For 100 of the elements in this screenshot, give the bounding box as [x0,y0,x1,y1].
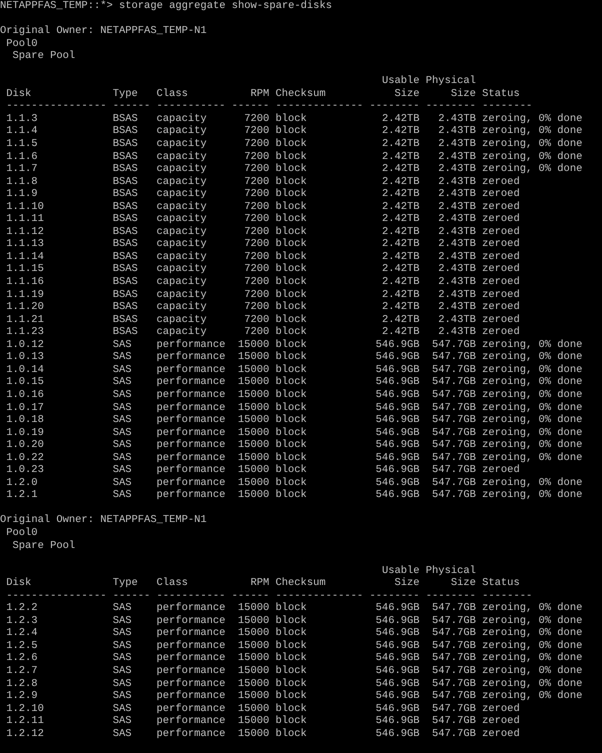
table-cell-text: 546.9GB [374,728,420,740]
table-cell-text: 1.1.15 [6,263,45,276]
table-cell-text: block [276,163,308,176]
table-cell-text: 7200 [243,176,270,188]
table-cell-text: BSAS [112,138,139,151]
table-cell-text: block [276,238,308,251]
table-cell-text: 1.1.23 [6,326,45,339]
table-cell: zeroing, 0% done [482,376,582,389]
table-cell-text: 2.42TB [380,250,420,264]
table-cell: performance [156,351,226,364]
table-cell-text: 15000 [236,364,270,376]
table-cell: zeroed [482,326,520,339]
column-header: Physical Size [426,564,476,590]
table-cell-text: SAS [112,715,132,728]
table-cell-text: performance [156,702,226,715]
table-cell-text: 15000 [236,388,270,402]
table-cell-text: 1.1.12 [6,226,45,238]
table-cell: zeroing, 0% done [482,163,582,176]
table-cell-text: 1.1.9 [6,188,39,201]
table-cell-text: 2.43TB [437,138,476,151]
table-cell-text: zeroing, 0% done [482,402,582,414]
table-cell-text: zeroing, 0% done [482,150,582,163]
table-cell-text: SAS [112,627,132,640]
table-cell-text: 1.1.8 [6,176,39,188]
table-cell-text: 1.2.6 [6,652,39,665]
table-cell-text: 2.42TB [380,112,420,126]
table-cell-text: capacity [156,326,208,339]
table-cell-text: block [276,376,308,389]
table-cell-text: 1.0.17 [6,402,45,414]
table-cell-text: zeroed [482,288,520,301]
table-cell-text: 546.9GB [374,640,420,652]
table-cell-text: 15000 [236,489,270,502]
table-cell-text: block [276,426,308,439]
table-cell-text: 1.1.5 [6,138,39,151]
table-cell-text: 2.43TB [437,150,476,164]
table-cell-text: SAS [112,652,132,665]
table-cell-text: zeroed [482,250,520,263]
table-cell-text: 2.43TB [437,188,476,201]
table-cell-text: zeroing, 0% done [482,476,582,489]
table-cell-text: zeroed [482,702,520,715]
pool-label: Pool0 [5,526,39,540]
table-cell-text: 1.1.3 [6,112,39,126]
table-cell-text: 1.1.4 [6,125,39,138]
table-cell-text: zeroing, 0% done [482,452,582,464]
table-cell-text: 1.0.20 [6,439,45,452]
table-cell-text: 2.43TB [437,276,476,289]
table-cell-text: 1.0.16 [6,388,45,402]
table-cell-text: performance [156,452,226,464]
table-cell-text: SAS [112,351,132,364]
table-cell-text: 2.42TB [380,263,420,276]
table-cell-text: 547.7GB [431,640,476,652]
table-cell-text: 2.43TB [437,263,476,276]
table-cell-text: 546.9GB [374,664,420,678]
table-cell: zeroing, 0% done [482,664,582,678]
table-cell-text: BSAS [112,276,139,289]
table-cell-text: block [276,476,308,489]
table-cell-text: 546.9GB [374,652,420,665]
table-cell-text: 1.2.11 [6,715,45,728]
table-cell-text: capacity [156,176,208,188]
column-separator: ----------- [156,590,226,602]
table-cell-text: 15000 [236,652,270,665]
table-cell-text: 15000 [236,690,270,703]
table-cell-text: SAS [112,728,132,740]
table-cell-text: 7200 [243,125,270,138]
table-cell-text: 546.9GB [374,715,420,728]
table-cell-text: BSAS [112,213,139,226]
table-cell-text: block [276,276,308,289]
table-cell: zeroing, 0% done [482,690,582,703]
table-cell-text: SAS [112,364,132,376]
table-cell-text: capacity [156,112,208,125]
table-cell-text: 1.1.6 [6,150,39,164]
table-cell-text: SAS [112,376,132,389]
table-cell-text: zeroed [482,314,520,326]
table-cell-text: 546.9GB [374,376,420,389]
column-separator: ------ [112,590,150,602]
column-separator: -------------- [276,590,364,602]
table-cell-text: block [276,288,308,301]
table-cell-text: 2.42TB [380,176,420,188]
column-separator: -------- [369,100,420,113]
table-cell-text: BSAS [112,163,139,176]
table-cell-text: SAS [112,426,132,440]
column-separator: ----------- [156,100,226,113]
table-cell-text: 1.0.15 [6,376,45,389]
table-cell-text: block [276,690,308,703]
table-cell-text: 7200 [243,263,270,276]
pool-label: Pool0 [5,38,39,50]
table-cell-text: 546.9GB [374,678,420,690]
table-cell: performance [156,489,226,502]
table-cell-text: capacity [156,226,208,238]
table-cell-text: 547.7GB [431,426,476,440]
table-cell-text: SAS [112,402,132,414]
table-cell-text: SAS [112,702,132,716]
column-separator: -------- [426,100,476,113]
table-cell: performance [156,602,226,615]
column-header: Status [482,577,520,590]
table-cell-text: 547.7GB [431,489,476,502]
table-cell: zeroing, 0% done [482,602,582,615]
table-cell-text: 15000 [236,728,270,740]
table-cell-text: 15000 [236,376,270,389]
table-cell-text: 7200 [243,150,270,164]
